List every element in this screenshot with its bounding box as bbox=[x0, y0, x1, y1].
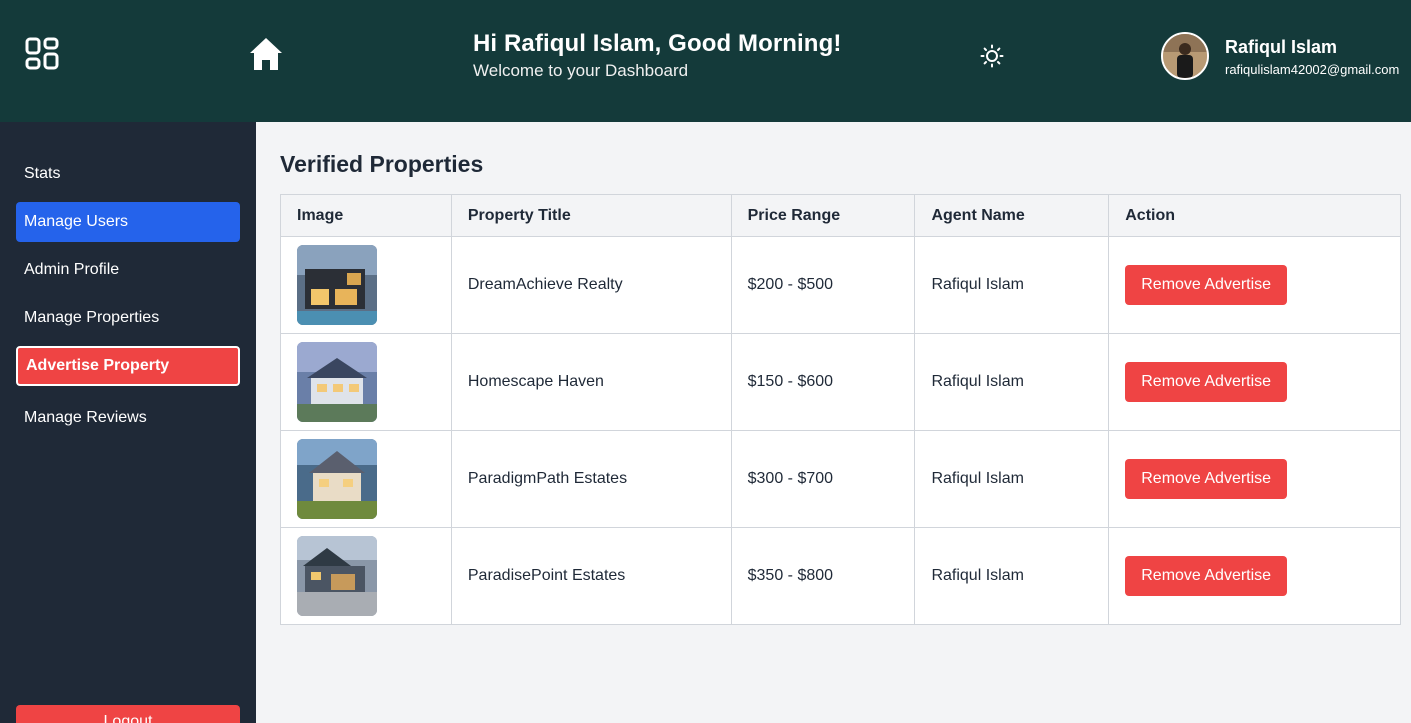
column-header-action: Action bbox=[1108, 194, 1401, 237]
table-row: ParadisePoint Estates $350 - $800 Rafiqu… bbox=[280, 527, 1401, 625]
column-header-price: Price Range bbox=[730, 194, 916, 237]
property-title: Homescape Haven bbox=[450, 333, 732, 431]
table-row: DreamAchieve Realty $200 - $500 Rafiqul … bbox=[280, 236, 1401, 334]
property-title: DreamAchieve Realty bbox=[450, 236, 732, 334]
greeting-title: Hi Rafiqul Islam, Good Morning! bbox=[473, 30, 842, 57]
property-title: ParadisePoint Estates bbox=[450, 527, 732, 625]
avatar[interactable] bbox=[1161, 32, 1209, 80]
table-row: Homescape Haven $150 - $600 Rafiqul Isla… bbox=[280, 333, 1401, 431]
remove-advertise-button[interactable]: Remove Advertise bbox=[1125, 459, 1288, 499]
dashboard-grid-icon[interactable] bbox=[25, 37, 59, 71]
column-header-image: Image bbox=[280, 194, 452, 237]
sun-icon[interactable] bbox=[980, 44, 1004, 68]
remove-advertise-button[interactable]: Remove Advertise bbox=[1125, 556, 1288, 596]
home-icon[interactable] bbox=[247, 35, 285, 73]
sidebar-item-stats[interactable]: Stats bbox=[16, 154, 240, 194]
sidebar-item-admin-profile[interactable]: Admin Profile bbox=[16, 250, 240, 290]
property-image bbox=[297, 245, 377, 325]
user-email: rafiqulislam42002@gmail.com bbox=[1225, 62, 1400, 77]
remove-advertise-button[interactable]: Remove Advertise bbox=[1125, 362, 1288, 402]
column-header-title: Property Title bbox=[450, 194, 732, 237]
sidebar-item-manage-users[interactable]: Manage Users bbox=[16, 202, 240, 242]
greeting-subtitle: Welcome to your Dashboard bbox=[473, 61, 689, 80]
sidebar: Stats Manage Users Admin Profile Manage … bbox=[0, 122, 256, 723]
page-title: Verified Properties bbox=[280, 151, 484, 177]
property-image bbox=[297, 536, 377, 616]
property-image bbox=[297, 439, 377, 519]
price-range: $300 - $700 bbox=[730, 430, 916, 528]
properties-table: Image Property Title Price Range Agent N… bbox=[280, 194, 1401, 625]
top-header: Hi Rafiqul Islam, Good Morning! Welcome … bbox=[0, 0, 1411, 122]
price-range: $350 - $800 bbox=[730, 527, 916, 625]
property-title: ParadigmPath Estates bbox=[450, 430, 732, 528]
agent-name: Rafiqul Islam bbox=[914, 333, 1110, 431]
sidebar-item-manage-reviews[interactable]: Manage Reviews bbox=[16, 398, 240, 438]
agent-name: Rafiqul Islam bbox=[914, 236, 1110, 334]
property-image bbox=[297, 342, 377, 422]
agent-name: Rafiqul Islam bbox=[914, 527, 1110, 625]
sidebar-item-manage-properties[interactable]: Manage Properties bbox=[16, 298, 240, 338]
price-range: $200 - $500 bbox=[730, 236, 916, 334]
logout-button[interactable]: Logout bbox=[16, 705, 240, 723]
user-name: Rafiqul Islam bbox=[1225, 37, 1338, 57]
table-header-row: Image Property Title Price Range Agent N… bbox=[280, 194, 1401, 237]
sidebar-item-advertise-property[interactable]: Advertise Property bbox=[16, 346, 240, 386]
column-header-agent: Agent Name bbox=[914, 194, 1110, 237]
table-row: ParadigmPath Estates $300 - $700 Rafiqul… bbox=[280, 430, 1401, 528]
price-range: $150 - $600 bbox=[730, 333, 916, 431]
agent-name: Rafiqul Islam bbox=[914, 430, 1110, 528]
remove-advertise-button[interactable]: Remove Advertise bbox=[1125, 265, 1288, 305]
greeting: Hi Rafiqul Islam, Good Morning! Welcome … bbox=[473, 30, 841, 82]
